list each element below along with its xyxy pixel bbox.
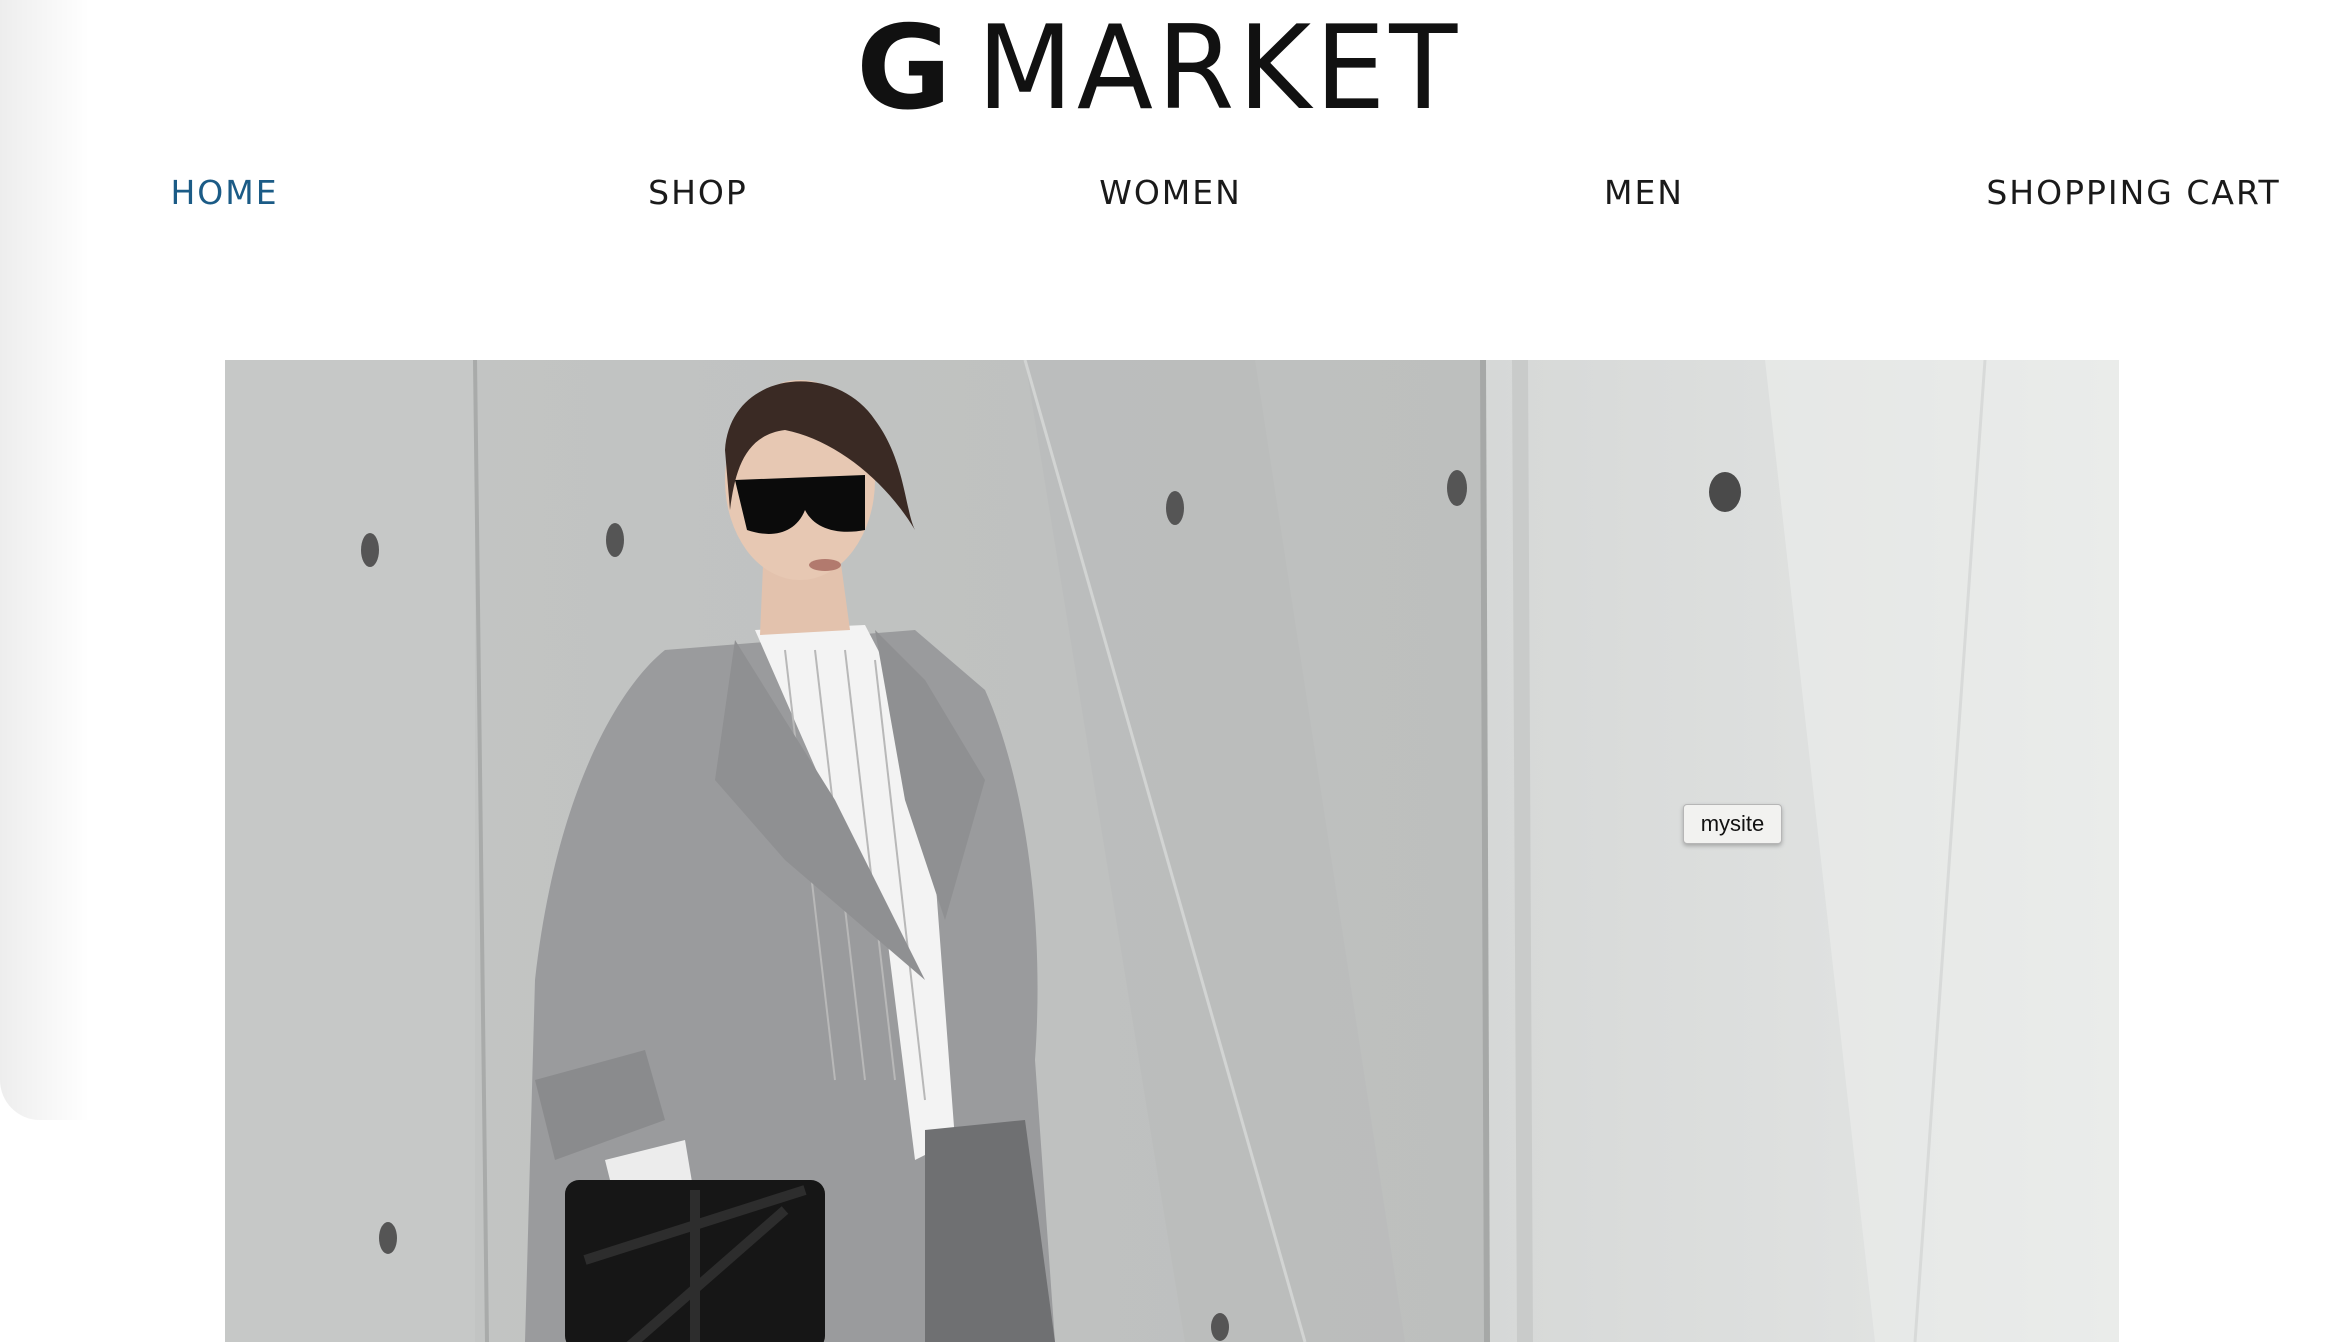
nav-item-shop[interactable]: SHOP [600, 165, 796, 221]
logo-word: MARKET [977, 1, 1462, 136]
mysite-tooltip: mysite [1683, 804, 1782, 844]
logo-initial: G [856, 1, 952, 136]
nav-item-shopping-cart[interactable]: SHOPPING CART [1963, 165, 2304, 221]
hero-photo [225, 360, 2119, 1342]
nav-item-home[interactable]: HOME [122, 165, 327, 221]
main-nav: HOME SHOP WOMEN MEN SHOPPING CART [0, 165, 2338, 221]
nav-item-men[interactable]: MEN [1556, 165, 1732, 221]
page: G MARKET HOME SHOP WOMEN MEN SHOPPING CA… [0, 0, 2338, 1342]
nav-item-women[interactable]: WOMEN [1075, 165, 1266, 221]
site-logo[interactable]: G MARKET [0, 1, 2338, 136]
hero-image[interactable] [225, 360, 2119, 1342]
